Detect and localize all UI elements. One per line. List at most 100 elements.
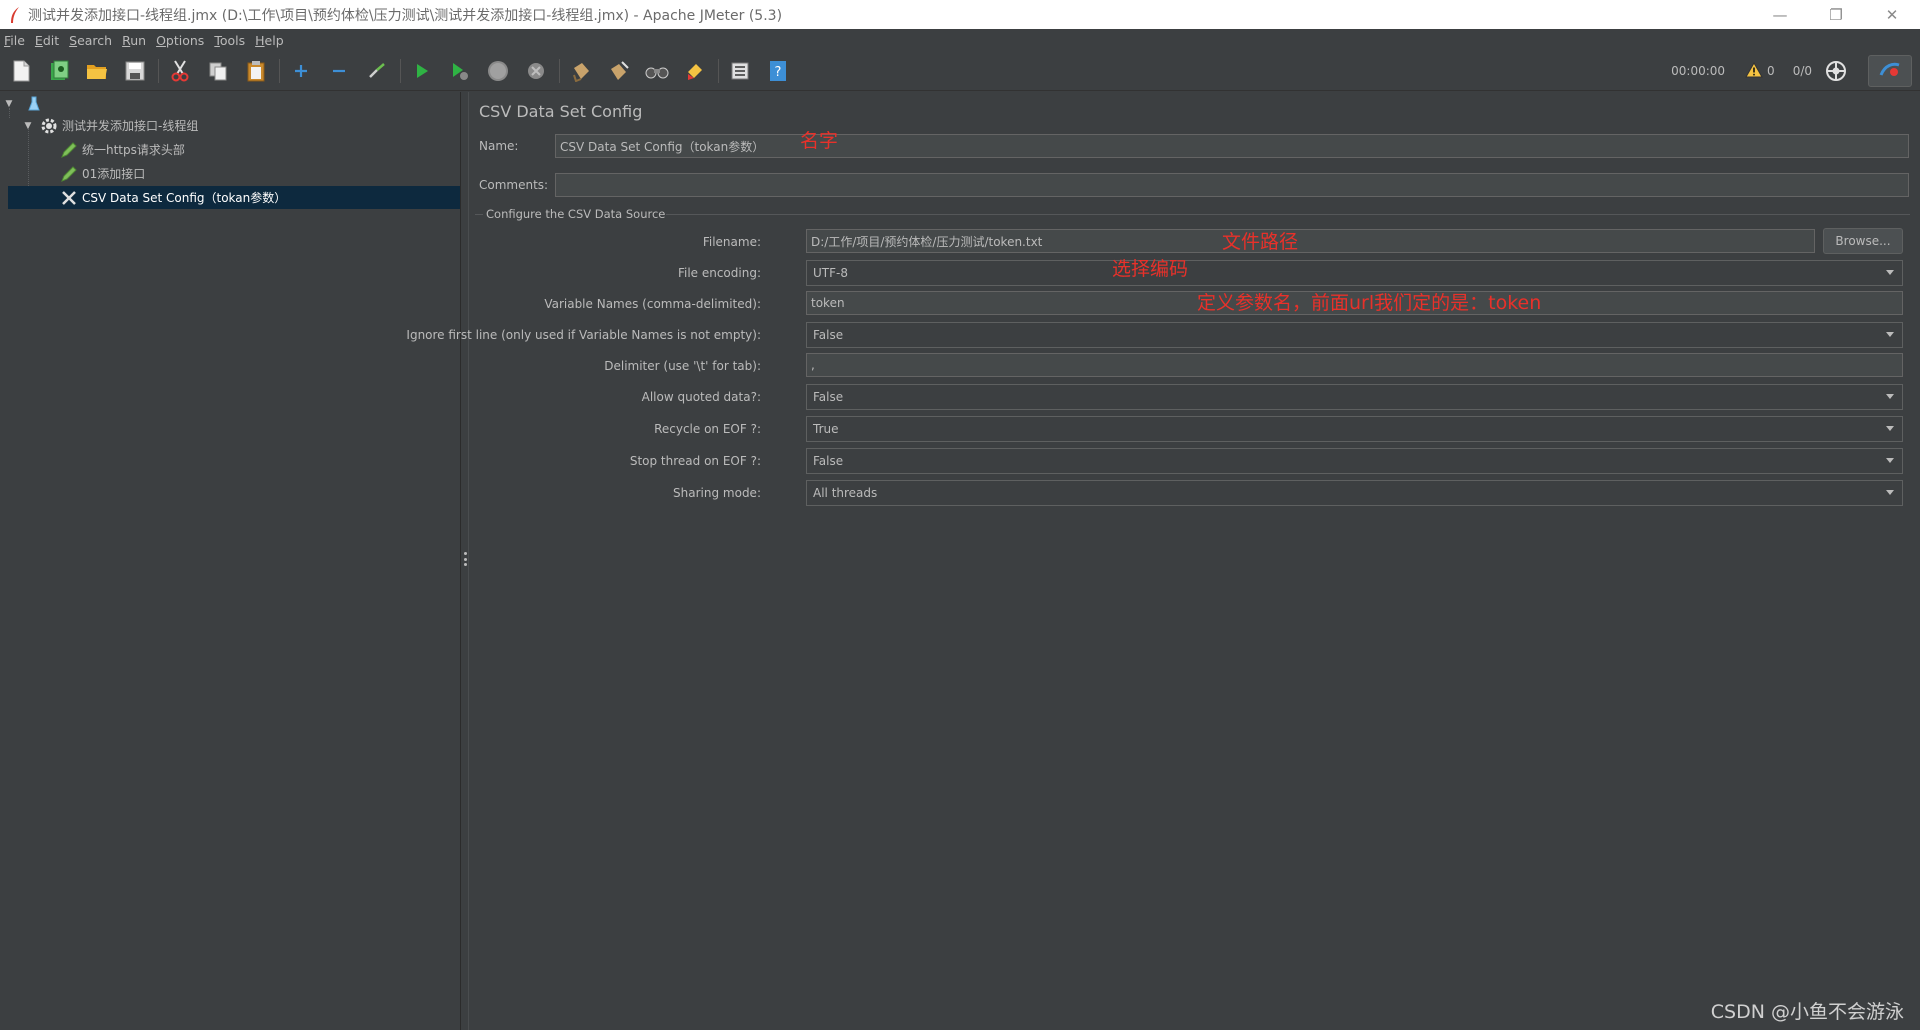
new-icon[interactable] [6, 56, 36, 86]
menu-search[interactable]: Search [69, 33, 112, 48]
group-title: Configure the CSV Data Source [486, 207, 666, 221]
close-button[interactable]: ✕ [1864, 0, 1920, 29]
pane-splitter[interactable] [460, 92, 469, 1030]
toolbar-separator [559, 58, 560, 83]
name-label: Name: [479, 139, 519, 153]
menu-bar: File Edit Search Run Options Tools Help [0, 29, 1920, 51]
recycle-eof-select[interactable]: True [806, 416, 1903, 442]
menu-tools[interactable]: Tools [214, 33, 245, 48]
splitter-grip[interactable] [463, 552, 467, 566]
browse-button[interactable]: Browse... [1823, 228, 1903, 254]
gear-icon [40, 117, 58, 135]
allow-quoted-value: False [813, 390, 844, 404]
templates-icon[interactable] [44, 56, 74, 86]
warning-indicator[interactable]: 0 [1745, 61, 1775, 81]
paste-icon[interactable] [241, 56, 271, 86]
tree-node-csv-config[interactable]: CSV Data Set Config（tokan参数） [8, 186, 460, 209]
restore-button[interactable]: ❐ [1808, 0, 1864, 29]
annotation-file-path: 文件路径 [1222, 231, 1299, 253]
title-bar: 测试并发添加接口-线程组.jmx (D:\工作\项目\预约体检\压力测试\测试并… [0, 0, 1920, 29]
chevron-down-icon [1886, 490, 1894, 495]
allow-quoted-select[interactable]: False [806, 384, 1903, 410]
tree-node-label: 统一https请求头部 [82, 143, 185, 157]
comments-field[interactable] [555, 173, 1909, 197]
tree-node-thread-group[interactable]: ▼ 测试并发添加接口-线程组 [0, 114, 460, 137]
menu-edit[interactable]: Edit [35, 33, 59, 48]
comments-label: Comments: [479, 178, 549, 192]
plugins-manager-button[interactable] [1868, 55, 1912, 87]
toolbar-separator [279, 58, 280, 83]
sharing-mode-select[interactable]: All threads [806, 480, 1903, 506]
stop-thread-eof-value: False [813, 454, 844, 468]
name-field[interactable]: CSV Data Set Config（tokan参数） [555, 134, 1909, 158]
file-encoding-label: File encoding: [677, 266, 761, 280]
stop-thread-eof-select[interactable]: False [806, 448, 1903, 474]
menu-file[interactable]: File [4, 33, 25, 48]
tree-node-http-sampler[interactable]: 01添加接口 [0, 162, 460, 185]
variable-names-label: Variable Names (comma-delimited): [544, 297, 761, 311]
group-border [666, 214, 1910, 215]
test-plan-flask-icon [25, 95, 43, 113]
copy-icon[interactable] [203, 56, 233, 86]
ignore-first-line-select[interactable]: False [806, 322, 1903, 348]
group-border [475, 214, 483, 215]
expand-all-icon[interactable] [286, 56, 316, 86]
panel-title: CSV Data Set Config [479, 102, 643, 121]
start-no-pauses-icon[interactable] [445, 56, 475, 86]
help-icon[interactable]: ? [763, 56, 793, 86]
ignore-first-line-label: Ignore first line (only used if Variable… [406, 328, 761, 342]
menu-help[interactable]: Help [255, 33, 284, 48]
chevron-down-icon [1886, 394, 1894, 399]
clear-all-icon[interactable] [604, 56, 634, 86]
pencil-icon [60, 165, 78, 183]
remote-globe-icon[interactable] [1824, 59, 1848, 83]
annotation-encoding: 选择编码 [1112, 258, 1189, 280]
chevron-down-icon [1886, 332, 1894, 337]
toggle-icon[interactable] [362, 56, 392, 86]
start-icon[interactable] [407, 56, 437, 86]
tree-node-header-manager[interactable]: 统一https请求头部 [0, 138, 460, 161]
svg-text:?: ? [775, 65, 782, 80]
save-icon[interactable] [120, 56, 150, 86]
open-folder-icon[interactable] [82, 56, 112, 86]
toolbar-separator [718, 58, 719, 83]
ignore-first-line-value: False [813, 328, 844, 342]
collapse-toggle-icon[interactable]: ▼ [22, 120, 34, 132]
toolbar-separator [158, 58, 159, 83]
csv-config-panel: CSV Data Set Config Name: CSV Data Set C… [406, 92, 1920, 1030]
delimiter-field[interactable]: , [806, 353, 1903, 377]
function-helper-icon[interactable] [725, 56, 755, 86]
stop-icon[interactable] [483, 56, 513, 86]
shutdown-icon[interactable] [521, 56, 551, 86]
collapse-all-icon[interactable] [324, 56, 354, 86]
watermark: CSDN @小鱼不会游泳 [1710, 1001, 1904, 1023]
file-encoding-select[interactable]: UTF-8 [806, 260, 1903, 286]
active-threads: 0/0 [1792, 64, 1812, 78]
jmeter-feather-icon [4, 4, 26, 26]
window-title: 测试并发添加接口-线程组.jmx (D:\工作\项目\预约体检\压力测试\测试并… [28, 7, 783, 24]
collapse-toggle-icon[interactable]: ▼ [3, 98, 15, 110]
reset-search-icon[interactable] [680, 56, 710, 86]
tree-node-label: 01添加接口 [82, 167, 146, 181]
menu-run[interactable]: Run [122, 33, 146, 48]
recycle-eof-value: True [813, 422, 839, 436]
plugins-manager-icon [1879, 61, 1901, 82]
tools-icon [60, 189, 78, 207]
menu-options[interactable]: Options [156, 33, 204, 48]
chevron-down-icon [1886, 270, 1894, 275]
recycle-eof-label: Recycle on EOF ?: [654, 422, 761, 436]
search-binoculars-icon[interactable] [642, 56, 672, 86]
allow-quoted-label: Allow quoted data?: [641, 390, 761, 404]
cut-icon[interactable] [165, 56, 195, 86]
clear-icon[interactable] [566, 56, 596, 86]
filename-field[interactable]: D:/工作/项目/预约体检/压力测试/token.txt [806, 229, 1815, 253]
tree-node-label: CSV Data Set Config（tokan参数） [82, 191, 287, 205]
annotation-param-name: 定义参数名，前面url我们定的是：token [1197, 292, 1542, 314]
elapsed-timer: 00:00:00 [1671, 64, 1726, 78]
warning-icon [1745, 61, 1763, 81]
toolbar-separator [400, 58, 401, 83]
tree-node-test-plan[interactable]: ▼ [0, 92, 460, 115]
minimize-button[interactable]: — [1752, 0, 1808, 29]
toolbar: ? 00:00:00 0 0/0 [0, 51, 1920, 91]
annotation-name: 名字 [800, 130, 839, 152]
